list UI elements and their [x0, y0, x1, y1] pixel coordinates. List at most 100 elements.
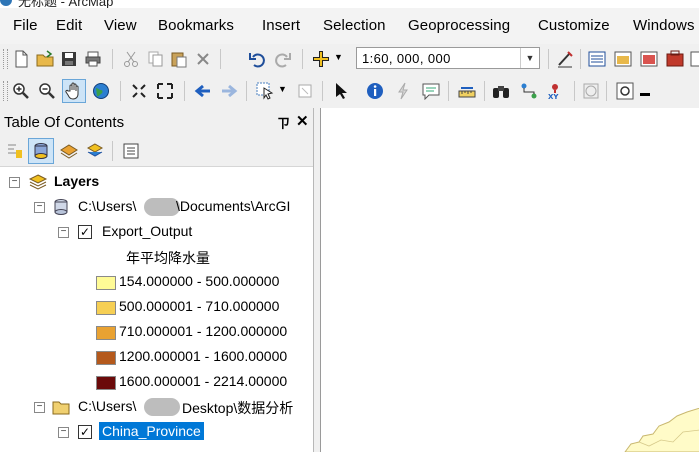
- toolbar-separator: [484, 81, 485, 101]
- find-binoculars-icon[interactable]: [492, 82, 510, 100]
- toolbar-separator: [112, 141, 113, 161]
- layer-name[interactable]: Export_Output: [102, 223, 192, 239]
- new-document-icon[interactable]: [12, 50, 30, 68]
- table-of-contents-icon[interactable]: [588, 50, 606, 68]
- menu-edit[interactable]: Edit: [56, 17, 82, 34]
- legend-swatch[interactable]: [96, 351, 116, 365]
- data-source-row-desktop[interactable]: − C:\Users\ Desktop\数据分析: [0, 398, 312, 420]
- zoom-out-icon[interactable]: [38, 82, 56, 100]
- list-by-source-selected[interactable]: [28, 138, 54, 164]
- identify-icon[interactable]: [366, 82, 384, 100]
- list-by-selection-icon[interactable]: [86, 142, 104, 160]
- paste-icon[interactable]: [170, 50, 188, 68]
- toolbar-separator: [112, 49, 113, 69]
- find-route-icon[interactable]: [520, 82, 538, 100]
- menu-view[interactable]: View: [104, 17, 137, 34]
- standard-toolbar: ▼ 1:60, 000, 000 ▼: [0, 44, 699, 74]
- legend-swatch[interactable]: [96, 301, 116, 315]
- pin-icon[interactable]: ㄗ: [277, 113, 290, 132]
- legend-class-row[interactable]: 1600.000001 - 2214.00000: [0, 373, 312, 395]
- layer-row-china-province[interactable]: − ✓ China_Province: [0, 422, 312, 445]
- time-slider-icon[interactable]: [582, 82, 600, 100]
- viewer-window-icon[interactable]: [616, 82, 634, 100]
- select-features-dropdown-icon[interactable]: ▼: [278, 84, 287, 94]
- layer-row-export-output[interactable]: − ✓ Export_Output: [0, 223, 312, 245]
- legend-swatch[interactable]: [96, 276, 116, 290]
- database-icon: [54, 199, 68, 215]
- map-display[interactable]: [320, 108, 699, 452]
- map-scale-value[interactable]: 1:60, 000, 000: [362, 51, 451, 66]
- legend-class-label: 1600.000001 - 2214.00000: [119, 373, 288, 389]
- legend-class-row[interactable]: 154.000000 - 500.000000: [0, 273, 312, 295]
- cut-icon[interactable]: [122, 50, 140, 68]
- list-by-drawing-order-icon[interactable]: [6, 142, 24, 160]
- toolbar-separator: [322, 81, 323, 101]
- layers-label: Layers: [54, 173, 100, 189]
- legend-swatch[interactable]: [96, 376, 116, 390]
- collapse-icon[interactable]: −: [58, 427, 69, 438]
- clear-selection-icon[interactable]: [296, 82, 314, 100]
- go-back-arrow-icon[interactable]: [194, 82, 212, 100]
- map-scale-combobox[interactable]: 1:60, 000, 000 ▼: [356, 47, 540, 69]
- search-window-icon[interactable]: [640, 50, 658, 68]
- layer-visibility-checkbox[interactable]: ✓: [78, 425, 92, 439]
- data-source-path-prefix: C:\Users\: [78, 198, 137, 214]
- layer-name-selected[interactable]: China_Province: [99, 422, 204, 440]
- print-icon[interactable]: [84, 50, 102, 68]
- python-window-icon[interactable]: [690, 50, 699, 68]
- hyperlink-lightning-icon[interactable]: [394, 82, 412, 100]
- data-source-row-documents[interactable]: − C:\Users\ \Documents\ArcGI: [0, 198, 312, 220]
- measure-ruler-icon[interactable]: [458, 82, 476, 100]
- arctoolbox-icon[interactable]: [666, 50, 684, 68]
- layers-root-row[interactable]: − Layers: [0, 173, 312, 195]
- go-to-xy-icon[interactable]: XY: [546, 82, 564, 100]
- html-popup-icon[interactable]: [422, 82, 440, 100]
- menu-file[interactable]: File: [13, 17, 38, 34]
- toolbar-grip[interactable]: [3, 49, 8, 69]
- open-folder-icon[interactable]: [36, 50, 54, 68]
- add-data-icon[interactable]: [312, 50, 330, 68]
- toolbar-options-icon[interactable]: ▬: [640, 88, 650, 99]
- undo-icon[interactable]: [248, 50, 266, 68]
- pan-tool-selected[interactable]: [62, 79, 86, 103]
- menu-windows[interactable]: Windows: [633, 17, 695, 34]
- select-features-icon[interactable]: [256, 82, 274, 100]
- save-icon[interactable]: [60, 50, 78, 68]
- chevron-down-icon[interactable]: ▼: [520, 48, 539, 68]
- toolbar-grip[interactable]: [3, 81, 8, 101]
- legend-class-row[interactable]: 710.000001 - 1200.000000: [0, 323, 312, 345]
- copy-icon[interactable]: [146, 50, 164, 68]
- legend-field-name: 年平均降水量: [126, 250, 210, 266]
- full-extent-globe-icon[interactable]: [92, 82, 110, 100]
- toolbar-separator: [574, 81, 575, 101]
- menu-bookmarks[interactable]: Bookmarks: [158, 17, 234, 34]
- legend-class-row[interactable]: 1200.000001 - 1600.00000: [0, 348, 312, 370]
- legend-swatch[interactable]: [96, 326, 116, 340]
- menu-customize[interactable]: Customize: [538, 17, 610, 34]
- catalog-window-icon[interactable]: [614, 50, 632, 68]
- redo-icon[interactable]: [274, 50, 292, 68]
- layer-visibility-checkbox[interactable]: ✓: [78, 225, 92, 239]
- toc-options-icon[interactable]: [122, 142, 140, 160]
- menu-geoprocessing[interactable]: Geoprocessing: [408, 17, 510, 34]
- select-elements-arrow-icon[interactable]: [332, 82, 350, 100]
- collapse-icon[interactable]: −: [9, 177, 20, 188]
- go-forward-arrow-icon[interactable]: [220, 82, 238, 100]
- collapse-icon[interactable]: −: [58, 227, 69, 238]
- menu-selection[interactable]: Selection: [323, 17, 386, 34]
- pan-hand-icon[interactable]: [65, 82, 83, 100]
- fixed-zoom-in-icon[interactable]: [130, 82, 148, 100]
- list-by-visibility-icon[interactable]: [60, 142, 78, 160]
- collapse-icon[interactable]: −: [34, 202, 45, 213]
- editor-toolbar-icon[interactable]: [556, 50, 574, 68]
- fixed-zoom-out-icon[interactable]: [156, 82, 174, 100]
- add-data-dropdown-icon[interactable]: ▼: [334, 52, 343, 62]
- collapse-icon[interactable]: −: [34, 402, 45, 413]
- delete-icon[interactable]: [194, 50, 212, 68]
- menu-insert[interactable]: Insert: [262, 17, 300, 34]
- zoom-in-icon[interactable]: [12, 82, 30, 100]
- close-icon[interactable]: ✕: [296, 112, 309, 130]
- list-by-source-icon[interactable]: [32, 142, 50, 160]
- legend-class-row[interactable]: 500.000001 - 710.000000: [0, 298, 312, 320]
- legend-class-label: 1200.000001 - 1600.00000: [119, 348, 288, 364]
